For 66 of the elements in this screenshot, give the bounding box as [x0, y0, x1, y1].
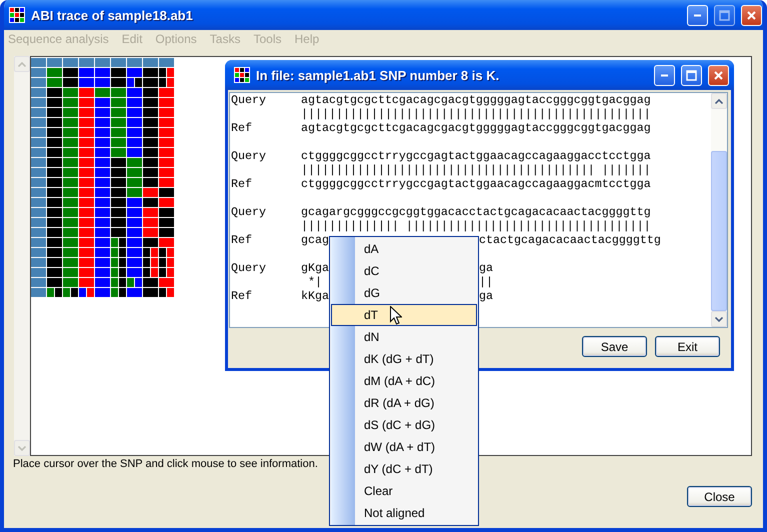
query-sequence: gKga [301, 261, 329, 275]
menu-option[interactable]: Not aligned [331, 502, 477, 524]
dialog-title: In file: sample1.ab1 SNP number 8 is K. [256, 68, 500, 82]
minimize-icon [661, 74, 668, 76]
reference-sequence: gcag [301, 233, 329, 247]
row-label: Ref [231, 177, 253, 191]
menu-option[interactable]: dT [331, 304, 477, 326]
row-label: Query [231, 93, 267, 107]
row-label: Ref [231, 233, 253, 247]
scrollbar[interactable] [711, 93, 727, 327]
scroll-thumb[interactable] [711, 151, 727, 311]
close-icon [746, 10, 757, 20]
match-line: || [479, 275, 493, 289]
close-button[interactable]: Close [687, 486, 752, 507]
reference-sequence: ctactgcagacacaactacggggttg [479, 233, 661, 247]
match-line: |||||||||||||| ||||||||||||||||||||||||||||||||||| [301, 219, 651, 233]
status-text: Place cursor over the SNP and click mouse to see information. [13, 458, 318, 470]
menu-option[interactable]: dR (dA + dG) [331, 392, 477, 414]
scroll-down-button[interactable] [711, 311, 727, 327]
window-title: ABI trace of sample18.ab1 [31, 8, 194, 22]
scroll-down-icon [715, 316, 723, 322]
query-sequence: ga [479, 261, 493, 275]
save-button[interactable]: Save [582, 336, 647, 357]
menu-option[interactable]: Clear [331, 480, 477, 502]
close-button[interactable] [708, 64, 729, 86]
menu-option[interactable]: dS (dC + dG) [331, 414, 477, 436]
reference-sequence: ga [479, 289, 493, 303]
query-sequence: ctggggcggcctrrygccgagtactggaacagccagaaggacctcctgga [301, 149, 651, 163]
minimize-icon [694, 14, 701, 16]
reference-sequence: ctggggcggcctrrygccgagtactggaacagccagaaggacmtcctgga [301, 177, 651, 191]
menu-option[interactable]: dA [331, 238, 477, 260]
reference-sequence: agtacgtgcgcttcgacagcgacgtgggggagtaccgggcggtgacggag [301, 121, 651, 135]
scroll-up-icon [715, 98, 723, 104]
minimize-button[interactable] [654, 64, 675, 86]
close-icon [713, 70, 724, 80]
row-label: Query [231, 149, 267, 163]
match-line: *| [306, 275, 322, 289]
menu-option[interactable]: dG [331, 282, 477, 304]
row-label: Ref [231, 289, 253, 303]
match-line: |||||||||||||||||||||||||||||||||||||||||||||||||| [301, 107, 651, 121]
maximize-icon [719, 10, 730, 20]
app-icon [234, 67, 250, 83]
menu-option[interactable]: dK (dG + dT) [331, 348, 477, 370]
close-button[interactable] [741, 4, 762, 26]
menu-option[interactable]: dW (dA + dT) [331, 436, 477, 458]
scroll-up-icon [18, 62, 26, 66]
exit-button[interactable]: Exit [655, 336, 720, 357]
row-label: Query [231, 205, 267, 219]
menu-option[interactable]: dN [331, 326, 477, 348]
row-label: Query [231, 261, 267, 275]
match-line: |||||||||||||||||||||||||||||||||||||||||| ||||||| [301, 163, 651, 177]
minimize-button[interactable] [687, 4, 708, 26]
app-icon [9, 7, 25, 23]
query-sequence: gcagargcgggccgcggtggacacctactgcagacacaactacggggttg [301, 205, 651, 219]
menu-option[interactable]: dM (dA + dC) [331, 370, 477, 392]
menu-option[interactable]: dY (dC + dT) [331, 458, 477, 480]
reference-sequence: kKga [301, 289, 329, 303]
scroll-down-icon [18, 446, 26, 450]
scroll-up-button[interactable] [711, 93, 727, 109]
query-sequence: agtacgtgcgcttcgacagcgacgtgggggagtaccgggcggtgacggag [301, 93, 651, 107]
maximize-button[interactable] [681, 64, 702, 86]
maximize-icon [686, 70, 697, 80]
maximize-button[interactable] [714, 4, 735, 26]
mouse-pointer-icon [390, 306, 402, 325]
row-label: Ref [231, 121, 253, 135]
menu-option[interactable]: dC [331, 260, 477, 282]
